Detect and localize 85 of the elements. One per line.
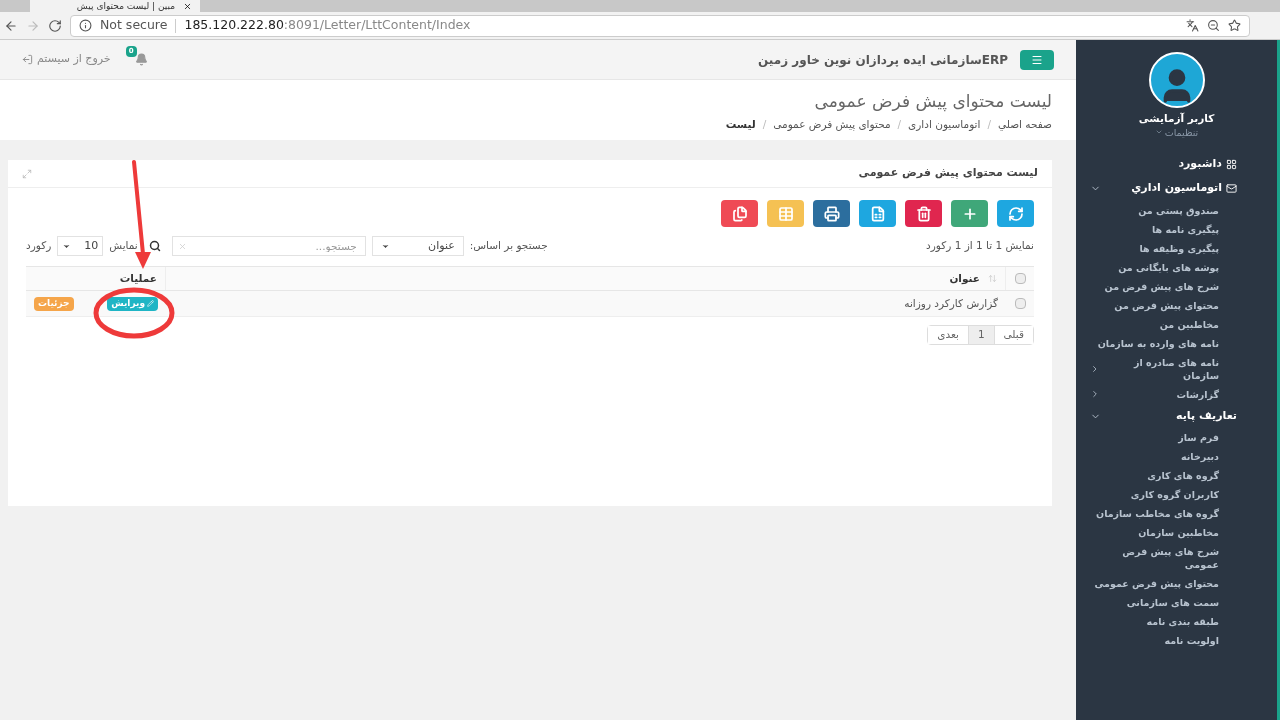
card-title: لیست محتوای پیش فرض عمومی <box>858 165 1038 182</box>
sidebar-section[interactable]: اتوماسیون اداري <box>1131 180 1222 197</box>
sidebar-item[interactable]: دبیرخانه <box>1181 450 1219 464</box>
sidebar-section[interactable]: داشبورد <box>1178 155 1222 173</box>
tab-title: مبین | لیست محتوای پیش <box>76 1 175 11</box>
column-header: عملیات <box>119 270 157 286</box>
breadcrumb-item: لیست <box>725 117 756 132</box>
add-button[interactable] <box>951 200 988 227</box>
columns-button[interactable] <box>767 200 804 227</box>
sign-out-icon <box>22 54 33 65</box>
translate-icon[interactable] <box>1186 19 1199 32</box>
breadcrumb-item[interactable]: اتوماسیون اداری <box>908 117 981 133</box>
records-summary: نمایش 1 تا 1 از 1 رکورد <box>926 238 1034 254</box>
search-field[interactable]: جستجو... <box>171 236 366 256</box>
reload-icon[interactable] <box>48 18 62 33</box>
checkbox[interactable] <box>1014 273 1026 284</box>
sidebar-item[interactable]: گروه های کاری <box>1147 469 1219 483</box>
sidebar-item[interactable]: فرم ساز <box>1178 431 1219 445</box>
sidebar-item[interactable]: شرح های پیش فرض من <box>1104 279 1219 293</box>
brand-title: ERPسازمانی ایده پردازان نوین خاور زمین <box>758 51 1008 69</box>
address-bar[interactable]: Not secure 185.120.222.80:8091/Letter/LttContent/Index <box>70 14 1250 37</box>
refresh-button[interactable] <box>997 200 1034 227</box>
spreadsheet-icon <box>869 205 886 222</box>
pencil-icon <box>147 300 154 307</box>
grid-icon <box>1226 158 1237 170</box>
sidebar-item[interactable]: پیگیری نامه ها <box>1152 222 1219 236</box>
envelope-icon <box>1226 183 1237 194</box>
close-icon[interactable] <box>183 1 192 11</box>
files-icon <box>731 205 748 222</box>
breadcrumb-item[interactable]: محتوای پیش فرض عمومی <box>773 117 891 133</box>
menu-button[interactable] <box>1020 49 1054 70</box>
sidebar-item[interactable]: نامه های صادره از سازمان <box>1099 355 1219 382</box>
show-label: نمایش <box>109 238 138 254</box>
zoom-icon[interactable] <box>1207 19 1220 32</box>
sidebar-item[interactable]: مخاطبین من <box>1159 317 1219 331</box>
column-header: عنوان <box>949 270 980 287</box>
security-label: Not secure <box>100 16 168 35</box>
search-by-select[interactable]: عنوان <box>371 236 464 256</box>
sidebar-item[interactable]: سمت های سازمانی <box>1126 596 1219 610</box>
breadcrumb-separator: / <box>987 117 991 132</box>
breadcrumb-item[interactable]: صفحه اصلي <box>997 117 1052 133</box>
info-icon <box>79 19 92 32</box>
sidebar-item[interactable]: شرح های پیش فرض عمومی <box>1091 545 1219 572</box>
sidebar-item[interactable]: مخاطبین سازمان <box>1138 526 1219 540</box>
records-label: رکورد <box>26 238 52 254</box>
sidebar-item[interactable]: محتوای پیش فرض من <box>1114 298 1219 312</box>
sidebar-section[interactable]: تعاریف پایه <box>1176 407 1237 425</box>
page-size-select[interactable]: 10 <box>57 236 104 256</box>
user-name: کاربر آزمایشی <box>1138 111 1215 127</box>
checkbox[interactable] <box>1014 298 1026 309</box>
breadcrumb-separator: / <box>897 117 902 132</box>
pagination-link[interactable]: 1 <box>968 326 995 344</box>
sidebar-item[interactable]: نامه های وارده به سازمان <box>1097 336 1219 350</box>
printer-icon <box>823 205 840 222</box>
bell-icon[interactable] <box>134 53 148 66</box>
sidebar-item[interactable]: پیگیری وظیفه ها <box>1139 241 1219 255</box>
expand-icon[interactable] <box>22 168 32 179</box>
trash-icon <box>915 205 932 222</box>
search-by-label: جستجو بر اساس: <box>469 238 548 254</box>
refresh-icon <box>1007 205 1024 222</box>
menu-icon <box>1031 53 1043 66</box>
excel-button[interactable] <box>859 200 896 227</box>
sidebar-item[interactable]: محتوای پیش فرض عمومی <box>1094 577 1219 591</box>
sidebar-item[interactable]: صندوق پستی من <box>1138 203 1219 217</box>
copy-button[interactable] <box>721 200 758 227</box>
table-cell: گزارش کارکرد روزانه <box>904 296 998 309</box>
delete-button[interactable] <box>905 200 942 227</box>
breadcrumb-separator: / <box>762 117 767 132</box>
table-icon <box>777 205 794 222</box>
search-icon <box>148 240 161 252</box>
url-text: 185.120.222.80:8091/Letter/LttContent/Index <box>184 16 471 35</box>
sidebar-item[interactable]: گروه های مخاطب سازمان <box>1096 507 1219 521</box>
sidebar-item[interactable]: کاربران گروه کاری <box>1130 488 1219 502</box>
sidebar-item[interactable]: گزارشات <box>1176 387 1219 401</box>
sidebar-item[interactable]: پوشه های بایگانی من <box>1118 260 1219 274</box>
back-icon[interactable] <box>4 18 18 33</box>
settings-link[interactable]: تنظیمات <box>1164 126 1199 138</box>
browser-tab[interactable]: مبین | لیست محتوای پیش <box>30 0 200 12</box>
page-title: لیست محتوای پیش فرض عمومی <box>813 90 1052 112</box>
print-button[interactable] <box>813 200 850 227</box>
bookmark-star-icon[interactable] <box>1228 19 1241 32</box>
sidebar-item[interactable]: اولویت نامه <box>1164 634 1219 648</box>
forward-icon[interactable] <box>26 18 40 33</box>
sidebar-item[interactable]: طبقه بندی نامه <box>1146 615 1219 629</box>
pagination-link[interactable]: بعدی <box>928 326 969 344</box>
